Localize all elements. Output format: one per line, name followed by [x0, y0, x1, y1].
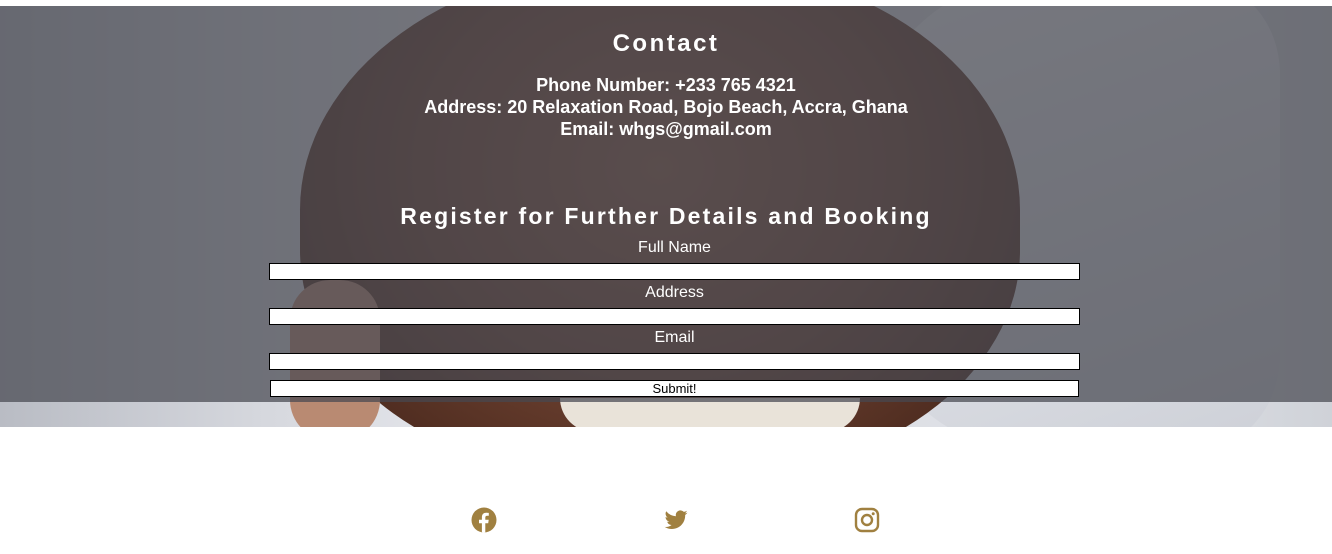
- background-smile: [560, 398, 860, 427]
- email-label: Email: [654, 329, 695, 346]
- footer: [0, 427, 1332, 554]
- instagram-icon[interactable]: [854, 507, 880, 533]
- contact-address: Address: 20 Relaxation Road, Bojo Beach,…: [424, 97, 908, 117]
- submit-button[interactable]: Submit!: [270, 380, 1079, 397]
- contact-hero-section: Contact Phone Number: +233 765 4321 Addr…: [0, 0, 1332, 427]
- contact-phone: Phone Number: +233 765 4321: [536, 75, 796, 95]
- full-name-label: Full Name: [638, 239, 711, 256]
- contact-email: Email: whgs@gmail.com: [560, 119, 772, 139]
- register-title: Register for Further Details and Booking: [400, 203, 932, 229]
- twitter-icon[interactable]: [663, 507, 689, 533]
- email-input[interactable]: [269, 353, 1080, 370]
- facebook-icon[interactable]: [471, 507, 497, 533]
- contact-details: Phone Number: +233 765 4321 Address: 20 …: [0, 74, 1332, 140]
- contact-title: Contact: [612, 30, 720, 57]
- contact-overlay: Contact Phone Number: +233 765 4321 Addr…: [0, 6, 1332, 402]
- address-label: Address: [645, 284, 704, 301]
- address-input[interactable]: [269, 308, 1080, 325]
- full-name-input[interactable]: [269, 263, 1080, 280]
